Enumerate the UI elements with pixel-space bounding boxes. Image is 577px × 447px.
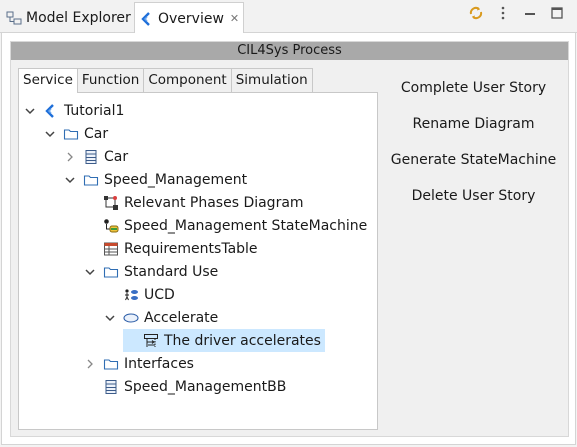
minimize-icon[interactable] — [522, 5, 538, 21]
folder-icon — [103, 264, 119, 280]
block-icon — [103, 379, 119, 395]
tab-simulation[interactable]: Simulation — [230, 68, 313, 92]
process-panel: CIL4Sys Process Service Function Compone… — [10, 41, 569, 437]
tree-item[interactable]: UCD — [103, 283, 179, 306]
tree-item[interactable]: Relevant Phases Diagram — [83, 191, 308, 214]
tree-item[interactable]: Car — [63, 145, 132, 168]
tab-overview[interactable]: Overview ✕ — [134, 2, 244, 34]
tree-item-label: Speed_Management StateMachine — [124, 217, 368, 234]
close-icon[interactable]: ✕ — [230, 12, 239, 25]
usecase-icon — [123, 310, 139, 326]
view-menu-icon[interactable] — [495, 5, 511, 21]
tree-item[interactable]: Speed_ManagementBB — [83, 375, 290, 398]
usecase-diagram-icon — [123, 287, 139, 303]
view-tab-bar: Model Explorer Overview ✕ — [0, 0, 577, 34]
tree-item[interactable]: Car — [43, 122, 112, 145]
overview-editor: CIL4Sys Process Service Function Compone… — [1, 33, 576, 445]
statemachine-icon — [103, 218, 119, 234]
chevron-right-icon[interactable] — [83, 357, 97, 371]
tree-item-label: UCD — [144, 286, 175, 303]
tree-item-label: Tutorial1 — [64, 102, 125, 119]
delete-user-story-button[interactable]: Delete User Story — [381, 188, 566, 204]
tree-item-label: Speed_Management — [104, 171, 248, 188]
tree-item-label: The driver accelerates — [164, 332, 321, 349]
tab-model-explorer[interactable]: Model Explorer — [4, 2, 132, 33]
tree-item[interactable]: Accelerate — [103, 306, 222, 329]
block-icon — [83, 149, 99, 165]
tree-item-label: Car — [104, 148, 129, 165]
chevron-down-icon[interactable] — [83, 265, 97, 279]
tab-model-explorer-label: Model Explorer — [26, 9, 131, 26]
maximize-icon[interactable] — [549, 5, 565, 21]
chevron-down-icon[interactable] — [23, 104, 37, 118]
tree-item[interactable]: Standard Use — [83, 260, 222, 283]
rename-diagram-button[interactable]: Rename Diagram — [381, 116, 566, 132]
chevron-right-icon[interactable] — [63, 150, 77, 164]
tree-item[interactable]: Speed_Management — [63, 168, 251, 191]
tree-item-label: Interfaces — [124, 355, 194, 372]
folder-icon — [103, 356, 119, 372]
service-tree: Tutorial1 Car Car Speed_Management Relevant … — [18, 92, 378, 430]
table-icon — [103, 241, 119, 257]
tree-item-label: Speed_ManagementBB — [124, 378, 287, 395]
chevron-down-icon[interactable] — [103, 311, 117, 325]
tree-item-label: RequirementsTable — [124, 240, 258, 257]
tab-function[interactable]: Function — [76, 68, 145, 92]
folder-icon — [83, 172, 99, 188]
project-icon — [43, 103, 59, 119]
tab-service[interactable]: Service — [18, 68, 78, 93]
phases-diagram-icon — [103, 195, 119, 211]
tree-item[interactable]: RequirementsTable — [83, 237, 262, 260]
tree-item-label: Relevant Phases Diagram — [124, 194, 304, 211]
process-tabs: Service Function Component Simulation — [18, 68, 313, 93]
generate-statemachine-button[interactable]: Generate StateMachine — [381, 152, 566, 168]
chevron-down-icon[interactable] — [43, 127, 57, 141]
tree-item-label: Accelerate — [144, 309, 219, 326]
complete-user-story-button[interactable]: Complete User Story — [381, 80, 566, 96]
tree-item[interactable]: Speed_Management StateMachine — [83, 214, 371, 237]
overview-icon — [139, 11, 155, 27]
tree-item-label: Car — [84, 125, 109, 142]
model-explorer-icon — [6, 10, 22, 26]
tree-item-label: Standard Use — [124, 263, 219, 280]
sync-icon[interactable] — [468, 5, 484, 21]
panel-header: CIL4Sys Process — [11, 42, 568, 60]
tree-item[interactable]: Interfaces — [83, 352, 198, 375]
tree-item[interactable]: Tutorial1 — [23, 99, 128, 122]
interaction-icon — [143, 333, 159, 349]
tab-overview-label: Overview — [158, 10, 224, 27]
chevron-down-icon[interactable] — [63, 173, 77, 187]
folder-icon — [63, 126, 79, 142]
tab-component[interactable]: Component — [143, 68, 232, 92]
tree-item[interactable]: The driver accelerates — [123, 329, 325, 352]
